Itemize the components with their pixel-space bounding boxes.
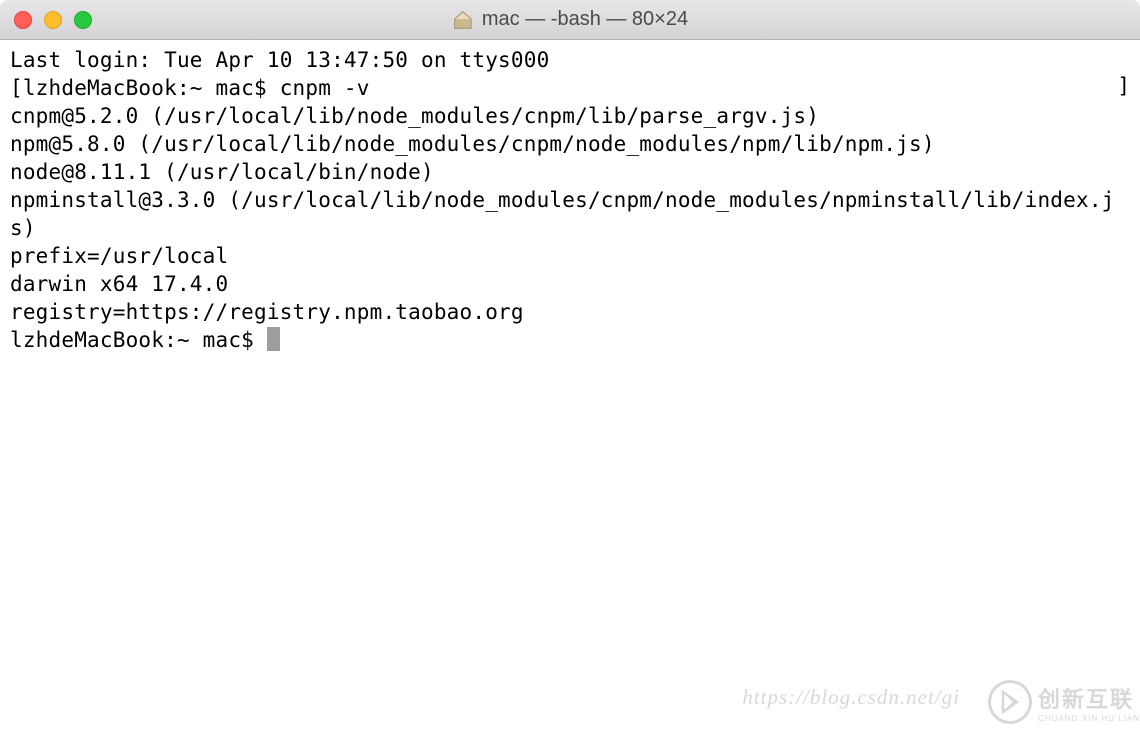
terminal-line: registry=https://registry.npm.taobao.org [10,300,524,324]
logo-main-text: 创新互联 [1038,682,1134,714]
terminal-output[interactable]: Last login: Tue Apr 10 13:47:50 on ttys0… [0,40,1140,360]
window-title-group: mac — -bash — 80×24 [452,8,688,31]
window-title: mac — -bash — 80×24 [482,8,688,31]
minimize-button[interactable] [44,11,62,29]
traffic-lights [0,11,92,29]
watermark-logo: 创新互联 CHUANG XIN HU LIAN [988,680,1140,724]
window-titlebar: mac — -bash — 80×24 [0,0,1140,40]
home-folder-icon [452,9,474,31]
terminal-line: darwin x64 17.4.0 [10,272,228,296]
maximize-button[interactable] [74,11,92,29]
terminal-prompt: lzhdeMacBook:~ mac$ [10,328,267,352]
logo-sub-text: CHUANG XIN HU LIAN [1038,714,1140,723]
terminal-line: npm@5.8.0 (/usr/local/lib/node_modules/c… [10,132,935,156]
terminal-line: Last login: Tue Apr 10 13:47:50 on ttys0… [10,48,549,72]
terminal-line: npminstall@3.3.0 (/usr/local/lib/node_mo… [10,188,1115,240]
terminal-line: [lzhdeMacBook:~ mac$ cnpm -v [10,76,370,100]
right-bracket-glyph: ] [1117,74,1130,98]
terminal-line: cnpm@5.2.0 (/usr/local/lib/node_modules/… [10,104,819,128]
terminal-line: node@8.11.1 (/usr/local/bin/node) [10,160,434,184]
logo-text: 创新互联 CHUANG XIN HU LIAN [1038,682,1140,723]
terminal-cursor [267,327,280,351]
logo-icon [988,680,1032,724]
watermark-url: https://blog.csdn.net/gi [742,685,960,710]
terminal-line: prefix=/usr/local [10,244,228,268]
close-button[interactable] [14,11,32,29]
